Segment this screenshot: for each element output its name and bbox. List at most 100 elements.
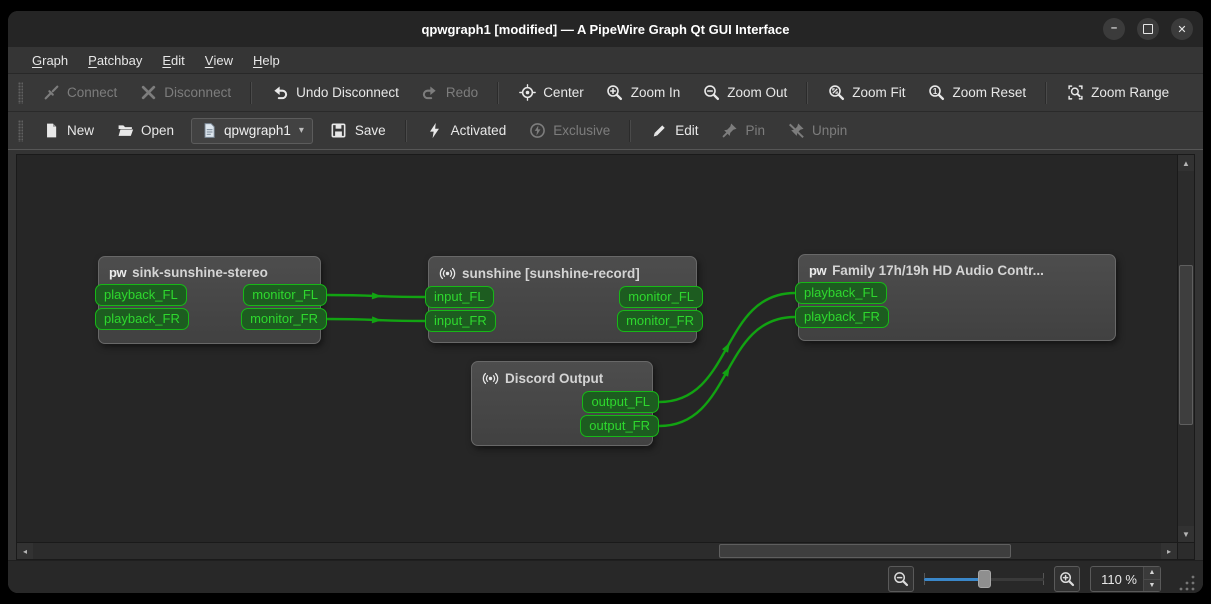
wire-arrow-icon — [371, 292, 382, 300]
zoom-spinbox[interactable]: 110 % ▲ ▼ — [1090, 566, 1161, 592]
maximize-button[interactable] — [1137, 18, 1159, 40]
toolbar-button-label: Zoom Range — [1091, 85, 1170, 100]
scroll-right-arrow[interactable]: ▸ — [1161, 543, 1177, 559]
toolbar-button-label: Open — [141, 123, 175, 138]
pin-button[interactable]: Pin — [712, 118, 775, 144]
port[interactable]: output_FR — [580, 415, 659, 437]
horizontal-scrollbar[interactable]: ◂ ▸ — [17, 543, 1177, 559]
vertical-scroll-track[interactable] — [1178, 171, 1194, 526]
center-icon — [518, 84, 536, 102]
connection-wire[interactable] — [326, 317, 426, 323]
node-family[interactable]: pw Family 17h/19h HD Audio Contr... playba… — [795, 254, 1116, 341]
disconnect-button[interactable]: Disconnect — [130, 80, 240, 106]
window-title: qpwgraph1 [modified] — A PipeWire Graph … — [421, 21, 790, 37]
menu-edit[interactable]: Edit — [152, 47, 194, 73]
port[interactable]: output_FL — [582, 391, 659, 413]
port[interactable]: playback_FR — [95, 308, 189, 330]
toolbar-drag-handle[interactable] — [18, 81, 23, 104]
toolbar-graph: Connect Disconnect Undo Disconnect Redo Cent… — [8, 74, 1203, 112]
zoom-reset-button[interactable]: 1 Zoom Reset — [919, 80, 1036, 106]
scroll-left-arrow[interactable]: ◂ — [17, 543, 33, 559]
window-controls: – ✕ — [1103, 18, 1193, 40]
toolbar-button-label: Exclusive — [553, 123, 611, 138]
minimize-button[interactable]: – — [1103, 18, 1125, 40]
spin-down-arrow[interactable]: ▼ — [1144, 579, 1160, 591]
connect-button[interactable]: Connect — [33, 80, 126, 106]
titlebar[interactable]: qpwgraph1 [modified] — A PipeWire Graph … — [8, 11, 1203, 47]
statusbar: 110 % ▲ ▼ — [8, 560, 1203, 593]
port-row: input_FL monitor_FL — [425, 286, 703, 308]
save-button[interactable]: Save — [321, 118, 395, 144]
spin-buttons: ▲ ▼ — [1143, 567, 1160, 591]
slider-handle[interactable] — [978, 570, 992, 588]
resize-grip[interactable] — [1178, 574, 1196, 592]
edit-button[interactable]: Edit — [641, 118, 707, 144]
toolbar-drag-handle[interactable] — [18, 119, 23, 142]
zoom-out-button[interactable] — [888, 566, 915, 592]
graph-frame: pw sink-sunshine-stereo playback_FL monitor… — [16, 154, 1195, 560]
node-ports: playback_FL monitor_FL playback_FR monitor_… — [95, 284, 327, 330]
menu-help[interactable]: Help — [243, 47, 290, 73]
zoom-fit-button[interactable]: Zoom Fit — [818, 80, 914, 106]
node-sunshine[interactable]: sunshine [sunshine-record] input_FLmonito… — [425, 256, 703, 343]
vertical-scroll-thumb[interactable] — [1179, 265, 1193, 425]
minimize-icon: – — [1110, 22, 1118, 34]
undo-disconnect-button[interactable]: Undo Disconnect — [262, 80, 408, 106]
toolbar-button-label: Edit — [675, 123, 699, 138]
new-button[interactable]: New — [33, 118, 103, 144]
chevron-down-icon: ▾ — [298, 125, 304, 136]
pipewire-icon: pw — [109, 265, 127, 280]
port-row: output_FR — [472, 415, 659, 437]
port[interactable]: monitor_FL — [243, 284, 327, 306]
port[interactable]: playback_FR — [795, 306, 889, 328]
node-ports: playback_FL playback_FR — [795, 282, 1115, 328]
node-title-label: Family 17h/19h HD Audio Contr... — [832, 263, 1044, 278]
toolbar-separator — [404, 119, 407, 142]
port[interactable]: playback_FL — [95, 284, 187, 306]
graph-canvas[interactable]: pw sink-sunshine-stereo playback_FL monitor… — [17, 155, 1177, 542]
menu-view[interactable]: View — [195, 47, 243, 73]
zoom-in-button[interactable] — [1054, 566, 1081, 592]
toolbar-button-label: Zoom In — [630, 85, 681, 100]
node-title-label: Discord Output — [505, 371, 604, 386]
vertical-scrollbar[interactable]: ▲ ▼ — [1178, 155, 1194, 542]
port[interactable]: monitor_FL — [619, 286, 703, 308]
toolbar-button-label: Disconnect — [164, 85, 232, 100]
speaker-icon — [482, 370, 499, 387]
open-button[interactable]: Open — [107, 118, 183, 144]
node-sink[interactable]: pw sink-sunshine-stereo playback_FLmonitor… — [95, 256, 327, 344]
scroll-down-arrow[interactable]: ▼ — [1178, 526, 1194, 542]
node-discord[interactable]: Discord Output output_FL output_FR — [471, 361, 659, 446]
patchbay-profile-combobox[interactable]: qpwgraph1 ▾ — [191, 117, 313, 144]
horizontal-scroll-track[interactable] — [33, 543, 1161, 559]
toolbar-button-label: Zoom Out — [727, 85, 788, 100]
center-button[interactable]: Center — [509, 80, 593, 106]
zoom-in-button[interactable]: Zoom In — [597, 80, 690, 106]
zoom-in-icon — [606, 84, 624, 102]
zoom-range-button[interactable]: Zoom Range — [1057, 80, 1178, 106]
redo-button[interactable]: Redo — [412, 80, 487, 106]
spin-up-arrow[interactable]: ▲ — [1144, 567, 1160, 580]
exclusive-button[interactable]: Exclusive — [519, 118, 619, 144]
zoom-out-button[interactable]: Zoom Out — [693, 80, 796, 106]
node-title: pw sink-sunshine-stereo — [99, 257, 320, 283]
menu-graph[interactable]: Graph — [22, 47, 78, 73]
close-button[interactable]: ✕ — [1171, 18, 1193, 40]
toolbar-button-label: Connect — [67, 85, 118, 100]
toolbar-button-label: Undo Disconnect — [296, 85, 399, 100]
port[interactable]: monitor_FR — [241, 308, 327, 330]
horizontal-scroll-thumb[interactable] — [719, 544, 1011, 558]
port[interactable]: input_FR — [425, 310, 496, 332]
node-title: sunshine [sunshine-record] — [429, 257, 696, 285]
port[interactable]: monitor_FR — [617, 310, 703, 332]
connection-wire[interactable] — [326, 293, 426, 299]
port[interactable]: playback_FL — [795, 282, 887, 304]
unpin-button[interactable]: Unpin — [778, 118, 856, 144]
toolbar-button-label: Save — [354, 123, 386, 138]
port[interactable]: input_FL — [425, 286, 494, 308]
menu-patchbay[interactable]: Patchbay — [78, 47, 152, 73]
zoom-slider[interactable] — [924, 569, 1045, 589]
toolbar-separator — [806, 81, 809, 104]
scroll-up-arrow[interactable]: ▲ — [1178, 155, 1194, 171]
activated-button[interactable]: Activated — [417, 118, 516, 144]
